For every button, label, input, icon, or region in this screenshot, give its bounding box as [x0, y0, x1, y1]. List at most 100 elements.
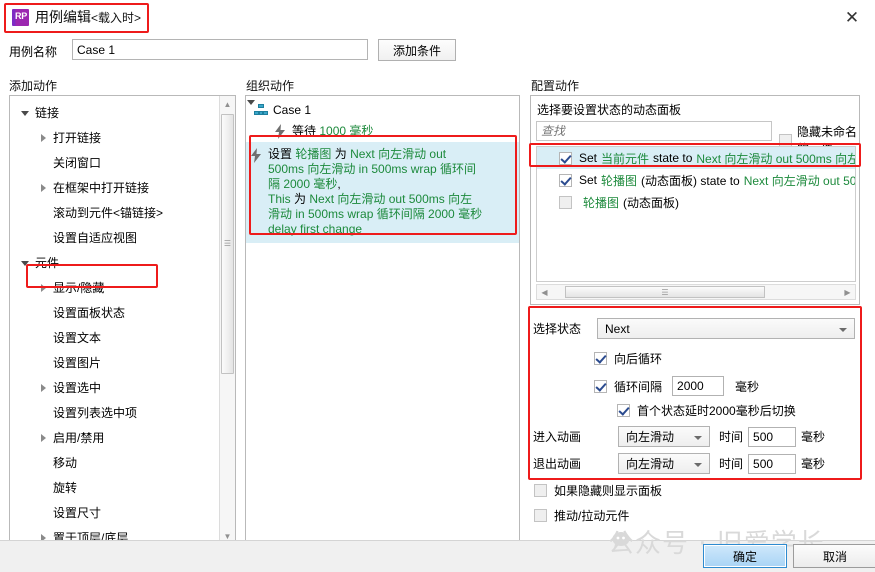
tree-item-label: 关闭窗口 — [53, 156, 102, 170]
chevron-right-icon[interactable] — [38, 382, 50, 394]
ok-button[interactable]: 确定 — [703, 544, 787, 568]
panel-list-item-checkbox[interactable] — [559, 151, 572, 165]
tree-item[interactable]: 设置列表选中项 — [10, 400, 220, 425]
panel-list-item-text: 轮播图 — [583, 195, 620, 210]
scroll-right-icon[interactable]: ▶ — [840, 285, 855, 299]
chevron-right-icon[interactable] — [38, 432, 50, 444]
organize-wait-row[interactable]: 等待 1000 毫秒 — [246, 118, 519, 140]
scrollbar-thumb[interactable]: ☰ — [565, 286, 765, 298]
tree-item-label: 设置列表选中项 — [53, 406, 138, 420]
tree-item[interactable]: 设置文本 — [10, 325, 220, 350]
panel-list-item-text: 当前元件 — [601, 151, 650, 166]
case-name-label: 用例名称 — [9, 45, 58, 59]
panel-list[interactable]: Set当前元件state toNext 向左滑动 out 500ms 向左滑动 … — [536, 146, 856, 282]
loop-interval-row[interactable]: 循环间隔 毫秒 — [594, 376, 759, 396]
push-pull-row[interactable]: 推动/拉动元件 — [534, 507, 629, 524]
tree-item[interactable]: 启用/禁用 — [10, 425, 220, 450]
backward-loop-checkbox[interactable] — [594, 352, 607, 365]
tree-item[interactable]: 显示/隐藏 — [10, 275, 220, 300]
add-condition-button[interactable]: 添加条件 — [378, 39, 456, 61]
tree-item[interactable]: 链接 — [10, 100, 220, 125]
tree-vertical-scrollbar[interactable]: ▲ ☰ ▼ — [219, 96, 235, 544]
select-state-dropdown[interactable]: Next — [597, 318, 855, 339]
loop-interval-checkbox[interactable] — [594, 379, 607, 393]
tree-item-label: 滚动到元件<锚链接> — [53, 206, 164, 220]
push-pull-checkbox[interactable] — [534, 509, 547, 522]
tree-item[interactable]: 设置面板状态 — [10, 300, 220, 325]
page-title-suffix: <载入时> — [91, 11, 142, 25]
panel-list-item-text: state to — [653, 151, 693, 165]
tree-item[interactable]: 打开链接 — [10, 125, 220, 150]
panel-list-item[interactable]: 轮播图 (动态面板) — [537, 191, 855, 213]
loop-interval-input[interactable] — [672, 376, 725, 396]
tree-item[interactable]: 元件 — [10, 250, 220, 275]
tree-item[interactable]: 设置图片 — [10, 350, 220, 375]
exit-animation-label: 退出动画 — [533, 457, 582, 471]
organize-action-panel[interactable]: Case 1 等待 1000 毫秒 设置 轮播图 为 Next 向左滑动 out… — [245, 95, 520, 545]
show-if-hidden-checkbox[interactable] — [534, 484, 547, 497]
backward-loop-row[interactable]: 向后循环 — [594, 350, 662, 367]
first-state-delay-label: 首个状态延时2000毫秒后切换 — [637, 404, 796, 418]
axure-rp-icon-text: RP — [15, 10, 27, 21]
chevron-down-icon[interactable] — [20, 107, 32, 119]
tree-item[interactable]: 旋转 — [10, 475, 220, 500]
panel-list-item-checkbox[interactable] — [559, 195, 572, 209]
chevron-down-icon — [839, 328, 847, 332]
scrollbar-thumb[interactable]: ☰ — [221, 114, 234, 374]
tree-item[interactable]: 设置选中 — [10, 375, 220, 400]
tree-item-label: 显示/隐藏 — [53, 281, 105, 295]
close-icon[interactable]: ✕ — [839, 6, 865, 28]
tree-item[interactable]: 滚动到元件<锚链接> — [10, 200, 220, 225]
tree-item[interactable]: 关闭窗口 — [10, 150, 220, 175]
chevron-right-icon[interactable] — [38, 282, 50, 294]
loop-interval-label: 循环间隔 — [614, 379, 663, 394]
scrollbar-grip-icon: ☰ — [223, 239, 232, 248]
organize-case-row[interactable]: Case 1 — [246, 96, 519, 118]
backward-loop-label: 向后循环 — [614, 352, 663, 366]
scroll-up-icon[interactable]: ▲ — [220, 96, 235, 112]
panel-list-item[interactable]: Set轮播图(动态面板) state toNext 向左滑动 out 500ms… — [537, 169, 855, 191]
select-state-label: 选择状态 — [533, 322, 582, 336]
panel-list-item-text: Next 向左滑动 out 500ms 向 — [743, 173, 856, 188]
tree-item[interactable]: 在框架中打开链接 — [10, 175, 220, 200]
title-group: RP 用例编辑<载入时> — [8, 4, 149, 30]
tree-item-label: 设置文本 — [53, 331, 102, 345]
case-name-input[interactable] — [72, 39, 368, 60]
push-pull-label: 推动/拉动元件 — [554, 509, 630, 523]
show-if-hidden-row[interactable]: 如果隐藏则显示面板 — [534, 482, 662, 499]
search-input[interactable] — [536, 121, 772, 141]
action-tree-panel[interactable]: 链接打开链接关闭窗口在框架中打开链接滚动到元件<锚链接> 设置自适应视图 元件显示/… — [9, 95, 236, 545]
scrollbar-grip-icon: ☰ — [661, 287, 669, 297]
panel-list-horizontal-scrollbar[interactable]: ◀ ☰ ▶ — [536, 284, 856, 300]
scroll-left-icon[interactable]: ◀ — [537, 285, 552, 299]
tree-item-label: 设置尺寸 — [53, 506, 102, 520]
chevron-down-icon[interactable] — [20, 257, 32, 269]
tree-item[interactable]: 设置自适应视图 — [10, 225, 220, 250]
panel-list-item-text: Set — [579, 151, 598, 165]
first-state-delay-row[interactable]: 首个状态延时2000毫秒后切换 — [617, 402, 796, 419]
panel-list-item[interactable]: Set当前元件state toNext 向左滑动 out 500ms 向左滑动 … — [537, 147, 855, 169]
enter-animation-dropdown[interactable]: 向左滑动 — [618, 426, 710, 447]
tree-item[interactable]: 设置尺寸 — [10, 500, 220, 525]
exit-animation-dropdown[interactable]: 向左滑动 — [618, 453, 710, 474]
chevron-right-icon[interactable] — [38, 182, 50, 194]
cancel-button[interactable]: 取消 — [793, 544, 875, 568]
lightning-icon — [250, 147, 264, 163]
organize-action-row[interactable]: 设置 轮播图 为 Next 向左滑动 out 500ms 向左滑动 in 500… — [246, 142, 519, 243]
hide-unnamed-checkbox[interactable] — [779, 133, 792, 147]
tree-item-label: 设置面板状态 — [53, 306, 126, 320]
select-panel-label: 选择要设置状态的动态面板 — [537, 103, 682, 117]
tree-item[interactable]: 移动 — [10, 450, 220, 475]
exit-time-input[interactable] — [748, 453, 797, 474]
exit-animation-value: 向左滑动 — [626, 457, 675, 471]
panel-list-item-checkbox[interactable] — [559, 173, 572, 187]
enter-time-input[interactable] — [748, 426, 797, 447]
chevron-right-icon[interactable] — [38, 132, 50, 144]
enter-animation-row: 进入动画 向左滑动 时间 毫秒 — [533, 426, 825, 447]
sitemap-icon — [254, 103, 268, 116]
first-state-delay-checkbox[interactable] — [617, 404, 630, 417]
tree-item-label: 打开链接 — [53, 131, 102, 145]
